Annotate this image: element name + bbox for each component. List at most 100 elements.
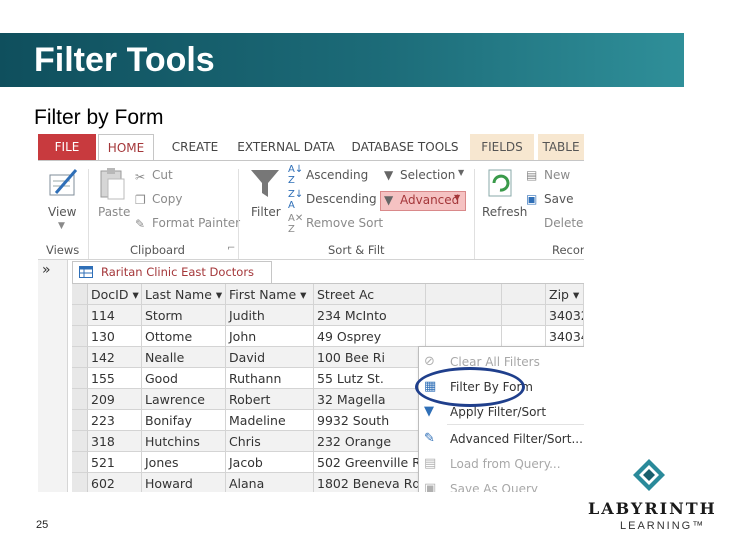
table-cell[interactable]	[426, 305, 502, 326]
table-cell[interactable]: Storm	[142, 305, 226, 326]
table-cell[interactable]: Howard	[142, 473, 226, 492]
refresh-icon[interactable]	[488, 169, 514, 199]
table-cell[interactable]: Ruthann	[226, 368, 314, 389]
record-selector[interactable]	[72, 389, 88, 410]
table-cell[interactable]: 232 Orange	[314, 431, 426, 452]
menu-item-save-query[interactable]: ▣ Save As Query	[419, 477, 584, 492]
double-chevron-right-icon[interactable]: »	[42, 262, 51, 278]
table-cell[interactable]: Jones	[142, 452, 226, 473]
column-header-first-name[interactable]: First Name ▾	[226, 284, 314, 305]
record-selector[interactable]	[72, 368, 88, 389]
table-cell[interactable]: 34032	[546, 305, 584, 326]
table-cell[interactable]: 9932 South	[314, 410, 426, 431]
record-selector[interactable]	[72, 305, 88, 326]
descending-button[interactable]: Descending	[306, 192, 377, 206]
table-cell[interactable]: 100 Bee Ri	[314, 347, 426, 368]
table-cell[interactable]: 234 McInto	[314, 305, 426, 326]
table-cell[interactable]: 602	[88, 473, 142, 492]
table-cell[interactable]: 223	[88, 410, 142, 431]
table-cell[interactable]: Lawrence	[142, 389, 226, 410]
table-cell[interactable]: 502 Greenville Rd.	[314, 452, 426, 473]
column-header-city[interactable]	[426, 284, 502, 305]
table-cell[interactable]: 130	[88, 326, 142, 347]
filter-icon[interactable]	[250, 167, 280, 201]
header-row: DocID ▾ Last Name ▾ First Name ▾ Street …	[72, 284, 584, 305]
remove-sort-button[interactable]: Remove Sort	[306, 216, 383, 230]
table-cell[interactable]: 49 Osprey	[314, 326, 426, 347]
table-cell[interactable]	[426, 326, 502, 347]
paste-button[interactable]: Paste	[98, 205, 130, 219]
table-cell[interactable]: Nealle	[142, 347, 226, 368]
column-header-state[interactable]	[502, 284, 546, 305]
format-painter-button[interactable]: Format Painter	[152, 216, 240, 230]
record-selector[interactable]	[72, 431, 88, 452]
table-cell[interactable]: Ottome	[142, 326, 226, 347]
view-icon[interactable]	[48, 167, 80, 199]
column-header-zip[interactable]: Zip ▾	[546, 284, 584, 305]
table-cell[interactable]: David	[226, 347, 314, 368]
table-cell[interactable]	[502, 305, 546, 326]
navigation-pane-collapsed[interactable]: »	[38, 260, 68, 492]
advanced-filter-icon: ✎	[424, 431, 435, 446]
group-clipboard: Clipboard	[130, 243, 185, 257]
delete-button[interactable]: Delete	[544, 216, 583, 230]
record-selector[interactable]	[72, 473, 88, 492]
table-cell[interactable]: John	[226, 326, 314, 347]
filter-button[interactable]: Filter	[251, 205, 281, 219]
record-selector[interactable]	[72, 347, 88, 368]
new-record-button[interactable]: New	[544, 168, 570, 182]
column-header-docid[interactable]: DocID ▾	[88, 284, 142, 305]
record-selector[interactable]	[72, 326, 88, 347]
table-cell[interactable]: Madeline	[226, 410, 314, 431]
title-bar: Filter Tools	[0, 33, 684, 87]
table-cell[interactable]: 318	[88, 431, 142, 452]
table-cell[interactable]: Hutchins	[142, 431, 226, 452]
table-cell[interactable]: 1802 Beneva Rd.	[314, 473, 426, 492]
selection-button[interactable]: Selection	[400, 168, 455, 182]
ascending-button[interactable]: Ascending	[306, 168, 368, 182]
advanced-button[interactable]: Advanced	[400, 193, 459, 207]
chevron-down-icon: ▼	[454, 193, 461, 202]
table-cell[interactable]: 32 Magella	[314, 389, 426, 410]
select-all-box[interactable]	[72, 284, 88, 305]
table-row[interactable]: 114StormJudith234 McInto 34032	[72, 305, 584, 326]
table-cell[interactable]: Alana	[226, 473, 314, 492]
record-selector[interactable]	[72, 452, 88, 473]
menu-item-load-query[interactable]: ▤ Load from Query...	[419, 452, 584, 477]
record-selector[interactable]	[72, 410, 88, 431]
table-cell[interactable]: 34034	[546, 326, 584, 347]
tab-create[interactable]: CREATE	[162, 134, 228, 160]
column-header-street[interactable]: Street Ac	[314, 284, 426, 305]
table-cell[interactable]: Chris	[226, 431, 314, 452]
table-row[interactable]: 130OttomeJohn49 Osprey 34034	[72, 326, 584, 347]
table-cell[interactable]: Good	[142, 368, 226, 389]
table-cell[interactable]: Judith	[226, 305, 314, 326]
cut-button[interactable]: Cut	[152, 168, 173, 182]
tab-file[interactable]: FILE	[38, 134, 96, 160]
table-cell[interactable]: Bonifay	[142, 410, 226, 431]
tab-table[interactable]: TABLE	[538, 134, 584, 160]
tab-home[interactable]: HOME	[98, 134, 154, 160]
menu-item-label: Apply Filter/Sort	[450, 405, 547, 419]
refresh-button[interactable]: Refresh	[482, 205, 527, 219]
table-cell[interactable]: 114	[88, 305, 142, 326]
table-cell[interactable]: 142	[88, 347, 142, 368]
menu-item-advanced-filter[interactable]: ✎ Advanced Filter/Sort...	[419, 427, 584, 452]
table-cell[interactable]: 521	[88, 452, 142, 473]
table-cell[interactable]: 155	[88, 368, 142, 389]
table-cell[interactable]: 209	[88, 389, 142, 410]
paste-icon[interactable]	[98, 167, 126, 201]
tab-database-tools[interactable]: DATABASE TOOLS	[350, 134, 460, 160]
tab-fields[interactable]: FIELDS	[470, 134, 534, 160]
table-cell[interactable]	[502, 326, 546, 347]
table-cell[interactable]: Jacob	[226, 452, 314, 473]
table-cell[interactable]: Robert	[226, 389, 314, 410]
tab-external-data[interactable]: EXTERNAL DATA	[234, 134, 338, 160]
view-button[interactable]: View	[48, 205, 76, 219]
table-cell[interactable]: 55 Lutz St.	[314, 368, 426, 389]
column-header-last-name[interactable]: Last Name ▾	[142, 284, 226, 305]
document-tab[interactable]: Raritan Clinic East Doctors	[72, 261, 272, 283]
dialog-launcher-icon[interactable]: ⌐	[227, 243, 235, 254]
save-button[interactable]: Save	[544, 192, 573, 206]
copy-button[interactable]: Copy	[152, 192, 182, 206]
